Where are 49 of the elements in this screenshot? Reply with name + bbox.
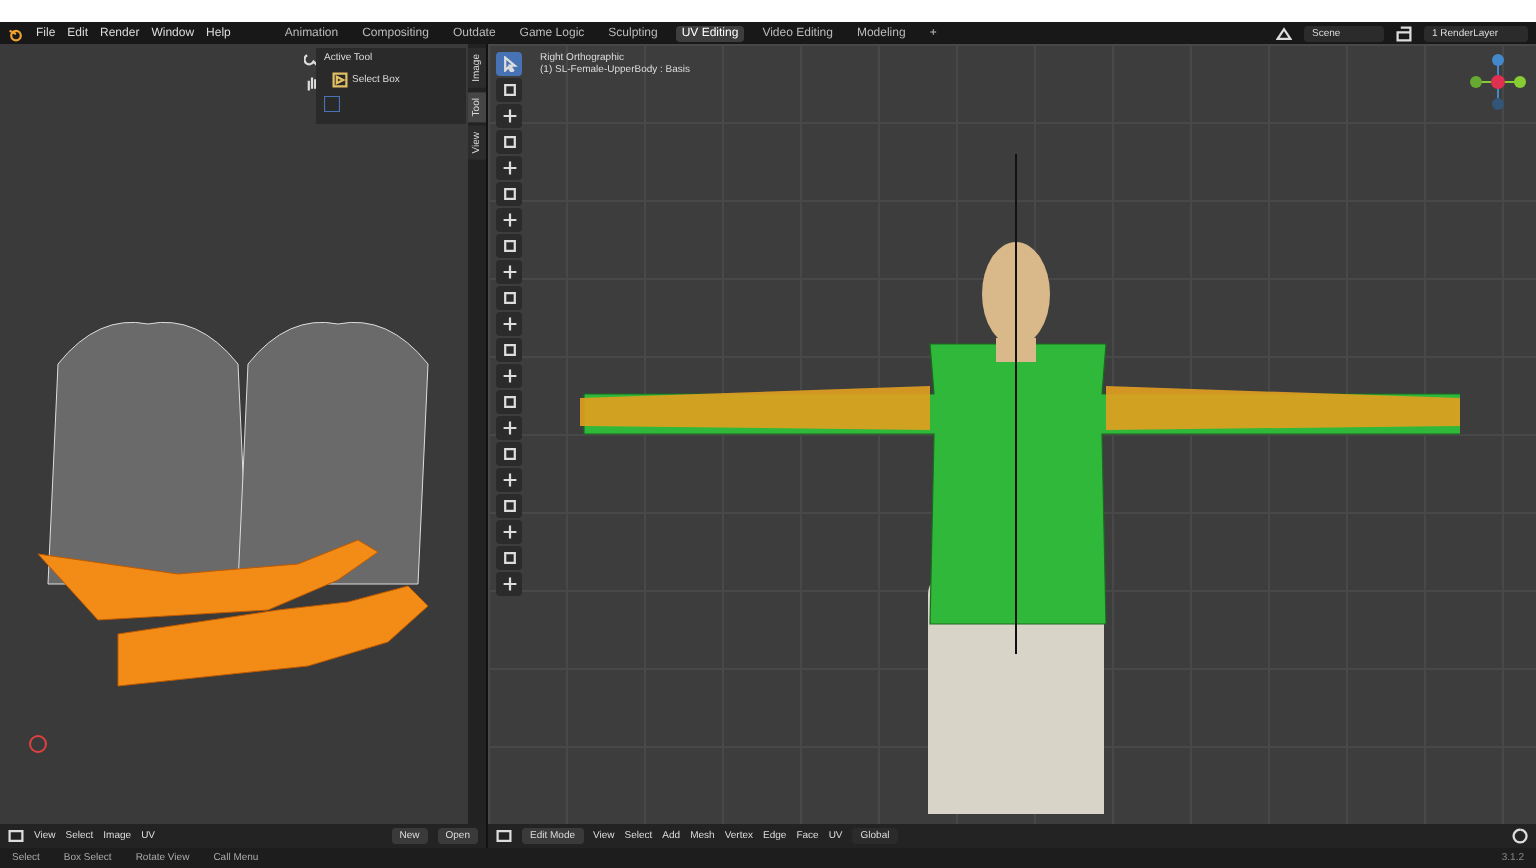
tool-button[interactable] bbox=[496, 130, 522, 154]
tool-button[interactable] bbox=[496, 286, 522, 310]
tool-icon bbox=[501, 108, 517, 124]
navigation-gizmo[interactable] bbox=[1468, 52, 1528, 112]
tool-icon bbox=[501, 420, 517, 436]
tool-button[interactable] bbox=[496, 260, 522, 284]
tool-button[interactable] bbox=[496, 520, 522, 544]
editor-type-icon bbox=[8, 828, 24, 844]
tool-button[interactable] bbox=[496, 208, 522, 232]
tool-button[interactable] bbox=[496, 338, 522, 362]
tool-button[interactable] bbox=[496, 234, 522, 258]
tool-button[interactable] bbox=[496, 442, 522, 466]
tool-icon bbox=[501, 524, 517, 540]
tool-icon bbox=[501, 160, 517, 176]
layers-icon bbox=[1396, 25, 1412, 41]
tool-icon bbox=[501, 576, 517, 592]
tool-icon bbox=[501, 472, 517, 488]
tool-button[interactable] bbox=[496, 312, 522, 336]
tool-icon bbox=[501, 550, 517, 566]
tool-button[interactable] bbox=[496, 572, 522, 596]
blender-logo-icon bbox=[8, 25, 24, 41]
selection-mode-icon bbox=[324, 96, 340, 112]
tool-icon bbox=[501, 134, 517, 150]
tool-button[interactable] bbox=[496, 78, 522, 102]
tool-icon bbox=[501, 264, 517, 280]
tool-button[interactable] bbox=[496, 390, 522, 414]
tool-button[interactable] bbox=[496, 182, 522, 206]
editor-type-icon bbox=[496, 828, 512, 844]
tool-button[interactable] bbox=[496, 468, 522, 492]
tool-button[interactable] bbox=[496, 364, 522, 388]
tool-icon bbox=[501, 342, 517, 358]
tool-button[interactable] bbox=[496, 416, 522, 440]
tool-button[interactable] bbox=[496, 104, 522, 128]
tool-icon bbox=[501, 238, 517, 254]
tool-icon bbox=[501, 186, 517, 202]
uv-canvas[interactable] bbox=[0, 44, 468, 824]
tool-icon bbox=[501, 446, 517, 462]
tool-icon bbox=[501, 212, 517, 228]
tool-icon bbox=[501, 368, 517, 384]
tool-button[interactable] bbox=[496, 156, 522, 180]
scene-icon bbox=[1276, 25, 1292, 41]
tool-icon bbox=[501, 316, 517, 332]
tool-button[interactable] bbox=[496, 546, 522, 570]
tool-icon bbox=[501, 498, 517, 514]
tool-icon bbox=[501, 82, 517, 98]
tool-icon bbox=[501, 290, 517, 306]
tool-icon bbox=[501, 394, 517, 410]
tool-button[interactable] bbox=[496, 494, 522, 518]
select-box-icon bbox=[332, 72, 348, 88]
